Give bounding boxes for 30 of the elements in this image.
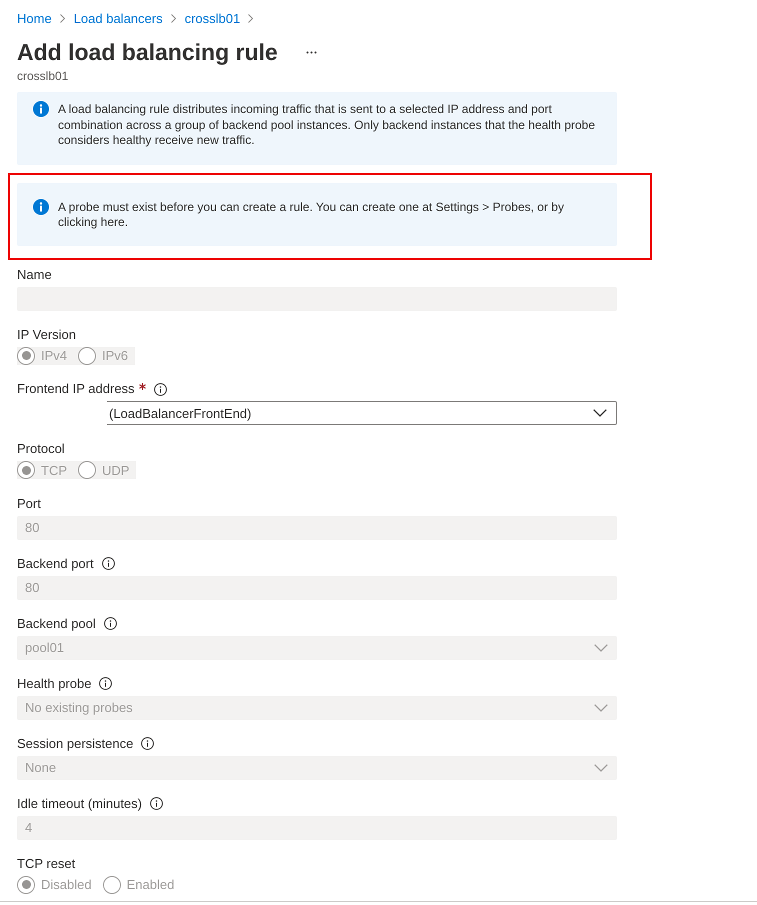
info-icon: [33, 101, 49, 117]
info-icon[interactable]: [154, 382, 167, 396]
chevron-down-icon: [594, 644, 608, 652]
breadcrumb-link[interactable]: Load balancers: [74, 10, 163, 27]
chevron-right-icon: [60, 14, 65, 23]
field-label: Port: [17, 494, 41, 512]
field-label: IP Version: [17, 326, 76, 344]
field-label: Frontend IP address: [17, 380, 135, 398]
info-icon: [33, 198, 49, 214]
field-label: Protocol: [17, 440, 65, 458]
dropdown[interactable]: (LoadBalancerFrontEnd): [107, 401, 617, 425]
chevron-down-icon: [594, 704, 608, 712]
field-label: TCP reset: [17, 854, 76, 872]
field-label: Health probe: [17, 674, 92, 693]
more-icon: [306, 50, 317, 54]
field-label: Name: [17, 266, 52, 284]
chevron-down-icon: [593, 409, 607, 417]
chevron-right-icon: [170, 14, 176, 23]
page-subtitle: crosslb01: [17, 68, 70, 84]
field-label: Session persistence: [17, 734, 134, 753]
field-label: Backend pool: [17, 614, 96, 633]
field-label: Backend port: [17, 554, 94, 573]
breadcrumb-link[interactable]: Home: [17, 10, 52, 27]
page-title: Add load balancing rule: [17, 38, 278, 67]
chevron-right-icon: [248, 14, 254, 23]
chevron-down-icon: [594, 764, 608, 772]
notice-text: A load balancing rule distributes incoming traffic that is sent to a selected IP address and port combination across a group of backend pool instances. Only backend instances that the health probe considers healthy receive new traffic.: [58, 102, 596, 148]
notice-text: A probe must exist before you can create a rule. You can create one at Settings > Probes, or by clicking here.: [58, 200, 565, 230]
breadcrumb-link[interactable]: crosslb01: [184, 10, 240, 27]
field-label: Idle timeout (minutes): [17, 794, 142, 813]
